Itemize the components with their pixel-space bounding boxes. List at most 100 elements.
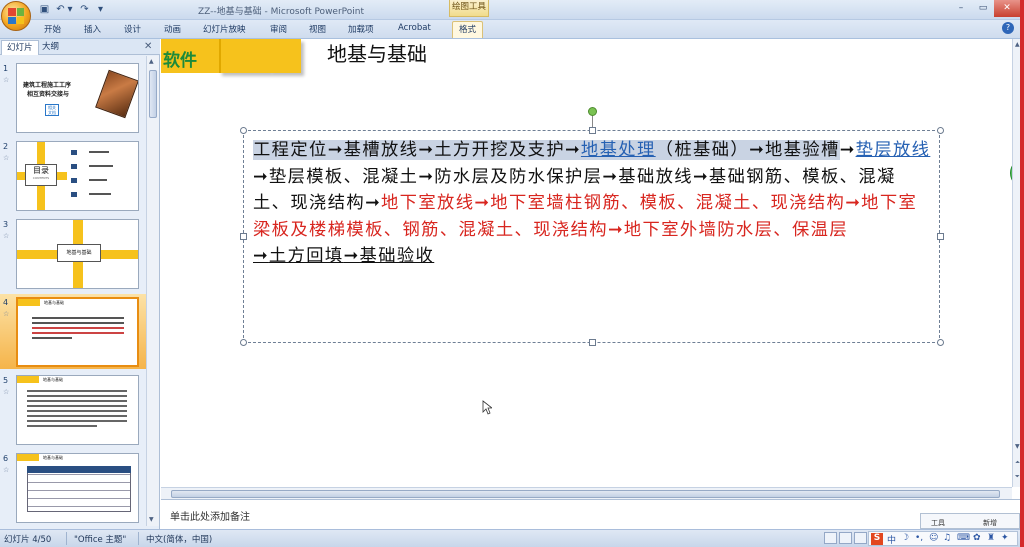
editor-horizontal-scrollbar[interactable] bbox=[161, 487, 1012, 499]
arrow-icon: ➞ bbox=[418, 140, 435, 160]
ime-mode[interactable]: 中 bbox=[887, 533, 896, 546]
step-text: （桩基础） bbox=[655, 140, 750, 160]
slides-pane-scrollbar[interactable]: ▲ ▼ bbox=[146, 56, 159, 526]
maximize-icon[interactable]: ▭ bbox=[972, 0, 994, 17]
slide-sorter-icon[interactable] bbox=[839, 532, 852, 544]
arrow-icon: ➞ bbox=[343, 246, 360, 266]
thumb-title: 地基与基础 bbox=[43, 377, 63, 382]
slide-thumbnail-list: 1 ☆ 建筑工程施工工序 相互资料交接与 相关 文档 2 ☆ 目录 CONTEN… bbox=[0, 56, 146, 529]
scroll-down-icon[interactable]: ▼ bbox=[149, 516, 154, 523]
process-flow-text[interactable]: 工程定位➞基槽放线➞土方开挖及支护➞地基处理（桩基础）➞地基验槽➞垫层放线➞垫层… bbox=[253, 137, 931, 270]
step-text-red: 地下室外墙防水层、保温层 bbox=[623, 219, 849, 240]
resize-handle-left[interactable] bbox=[240, 233, 247, 240]
punctuation-icon[interactable]: •, bbox=[915, 533, 923, 543]
slideshow-icon[interactable] bbox=[854, 532, 867, 544]
close-icon[interactable]: ✕ bbox=[994, 0, 1020, 17]
smile-icon[interactable]: ☺ bbox=[929, 533, 938, 543]
undo-dropdown-icon[interactable]: ▾ bbox=[66, 3, 74, 16]
moon-icon[interactable]: ☽ bbox=[901, 533, 909, 543]
tab-design[interactable]: 设计 bbox=[124, 23, 141, 35]
ime-toolbar[interactable]: S 中 ☽ •, ☺ ♫ ⌨ ✿ ♜ ✦ bbox=[868, 531, 1018, 546]
redo-icon[interactable]: ↷ bbox=[78, 3, 91, 16]
slide-thumbnail-6[interactable]: 6 ☆ 地基与基础 bbox=[0, 450, 146, 525]
tab-acrobat[interactable]: Acrobat bbox=[398, 23, 431, 33]
arrow-icon: ➞ bbox=[565, 140, 581, 160]
resize-handle-bottom[interactable] bbox=[589, 339, 596, 346]
slide-title[interactable]: 地基与基础 bbox=[327, 39, 427, 67]
slide-thumbnail-4[interactable]: 4 ☆ 地基与基础 bbox=[0, 294, 146, 369]
context-group-label: 绘图工具 bbox=[449, 0, 489, 17]
scroll-up-icon[interactable]: ▲ bbox=[149, 58, 154, 65]
thumb-title: 地基与基础 bbox=[44, 300, 64, 305]
toolbar-label-right[interactable]: 新增 bbox=[983, 518, 997, 528]
tab-addins[interactable]: 加载项 bbox=[348, 23, 374, 35]
resize-handle-top-right[interactable] bbox=[937, 127, 944, 134]
step-text: 垫层模板、混凝土 bbox=[268, 166, 419, 187]
tab-slideshow[interactable]: 幻灯片放映 bbox=[203, 23, 246, 35]
customize-qat-icon[interactable]: ▾ bbox=[96, 3, 105, 16]
keyboard-icon[interactable]: ⌨ bbox=[957, 533, 970, 543]
thumb-line bbox=[32, 337, 72, 339]
sogou-logo-icon[interactable]: S bbox=[871, 533, 883, 545]
thumb-contents-box: 目录 CONTENTS bbox=[25, 164, 57, 186]
tab-review[interactable]: 审阅 bbox=[270, 23, 287, 35]
tools-icon[interactable]: ✦ bbox=[1001, 533, 1009, 543]
rotation-handle[interactable] bbox=[588, 107, 597, 116]
step-link[interactable]: 地基处理 bbox=[581, 140, 656, 160]
scrollbar-thumb[interactable] bbox=[149, 70, 157, 118]
tab-outline[interactable]: 大纲 bbox=[37, 40, 64, 55]
scroll-up-icon[interactable]: ▲ bbox=[1015, 41, 1020, 48]
slide-thumbnail-5[interactable]: 5 ☆ 地基与基础 bbox=[0, 372, 146, 447]
minimize-icon[interactable]: – bbox=[950, 0, 972, 17]
arrow-icon: ➞ bbox=[607, 219, 624, 240]
office-button[interactable] bbox=[1, 1, 31, 31]
microphone-icon[interactable]: ♫ bbox=[943, 533, 951, 543]
tab-insert[interactable]: 插入 bbox=[84, 23, 101, 35]
tab-home[interactable]: 开始 bbox=[44, 23, 61, 35]
shirt-icon[interactable]: ♜ bbox=[987, 533, 995, 543]
thumb-line bbox=[27, 410, 127, 412]
slide-preview: 地基与基础 bbox=[16, 453, 139, 523]
step-text: 土方开挖及支护 bbox=[434, 140, 566, 160]
screen-edge-strip bbox=[1020, 0, 1024, 547]
thumb-marker bbox=[71, 150, 77, 155]
scrollbar-thumb[interactable] bbox=[171, 490, 1000, 498]
help-icon[interactable]: ? bbox=[1002, 22, 1014, 34]
tab-format[interactable]: 格式 bbox=[452, 21, 484, 38]
normal-view-icon[interactable] bbox=[824, 532, 837, 544]
resize-handle-right[interactable] bbox=[937, 233, 944, 240]
thumb-line bbox=[27, 390, 127, 392]
save-icon[interactable]: ▣ bbox=[38, 3, 51, 16]
thumb-title: 目录 bbox=[33, 166, 49, 175]
tab-animation[interactable]: 动画 bbox=[164, 23, 181, 35]
notes-pane[interactable]: 单击此处添加备注 bbox=[161, 499, 1024, 529]
slide-thumbnail-1[interactable]: 1 ☆ 建筑工程施工工序 相互资料交接与 相关 文档 bbox=[0, 60, 146, 135]
animation-star-icon: ☆ bbox=[3, 232, 10, 240]
arrow-icon: ➞ bbox=[749, 140, 765, 160]
resize-handle-top[interactable] bbox=[589, 127, 596, 134]
language-indicator[interactable]: 中文(简体，中国) bbox=[146, 533, 212, 545]
resize-handle-bottom-right[interactable] bbox=[937, 339, 944, 346]
animation-star-icon: ☆ bbox=[3, 466, 10, 474]
step-text-red: 地下室放线 bbox=[380, 193, 475, 213]
thumb-badge: 相关 文档 bbox=[45, 104, 59, 116]
floating-toolbar[interactable]: 工具 新增 bbox=[920, 513, 1020, 529]
close-pane-icon[interactable]: ✕ bbox=[144, 41, 152, 52]
thumb-line bbox=[32, 322, 124, 324]
slide-thumbnail-3[interactable]: 3 ☆ 地基与基础 bbox=[0, 216, 146, 291]
scroll-down-icon[interactable]: ▼ bbox=[1015, 443, 1020, 450]
toolbar-label-left[interactable]: 工具 bbox=[931, 518, 945, 528]
skin-icon[interactable]: ✿ bbox=[973, 533, 981, 543]
theme-name[interactable]: "Office 主题" bbox=[74, 533, 126, 545]
final-steps: ➞土方回填➞基础验收 bbox=[253, 246, 434, 266]
selected-text-box[interactable]: 工程定位➞基槽放线➞土方开挖及支护➞地基处理（桩基础）➞地基验槽➞垫层放线➞垫层… bbox=[240, 107, 944, 346]
notes-placeholder[interactable]: 单击此处添加备注 bbox=[170, 508, 250, 523]
slide-thumbnail-2[interactable]: 2 ☆ 目录 CONTENTS bbox=[0, 138, 146, 213]
tab-slides[interactable]: 幻灯片 bbox=[1, 40, 39, 55]
step-link[interactable]: 垫层放线 bbox=[856, 140, 931, 160]
resize-handle-top-left[interactable] bbox=[240, 127, 247, 134]
tab-view[interactable]: 视图 bbox=[309, 23, 326, 35]
thumb-line bbox=[27, 395, 127, 397]
thumb-title-line-1: 建筑工程施工工序 bbox=[23, 82, 72, 89]
resize-handle-bottom-left[interactable] bbox=[240, 339, 247, 346]
